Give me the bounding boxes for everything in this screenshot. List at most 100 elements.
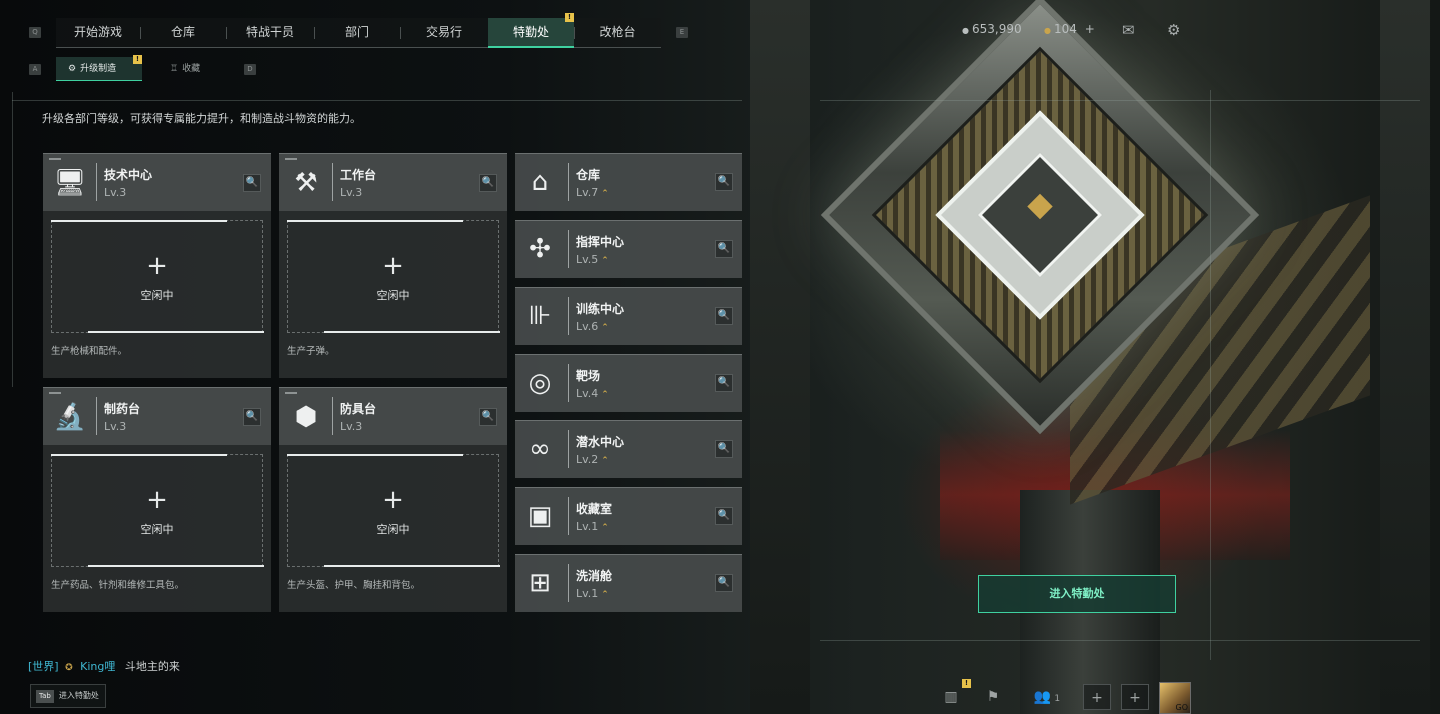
facility-name: 仓库 — [576, 168, 601, 182]
invite-slot-add-icon[interactable]: + — [1083, 684, 1111, 710]
tab-gunsmith[interactable]: 改枪台 — [574, 18, 661, 48]
search-icon[interactable]: 🔍 — [715, 240, 733, 258]
gear-swap-icon: ⚙ — [68, 64, 77, 74]
facility-card-shooting-range[interactable]: ◎ 靶场 Lv.4 ⌃ 🔍 — [515, 354, 742, 412]
search-icon[interactable]: 🔍 — [479, 408, 497, 426]
production-slot[interactable]: + 空闲中 — [51, 454, 264, 567]
facility-card-command-center[interactable]: ✣ 指挥中心 Lv.5 ⌃ 🔍 — [515, 220, 742, 278]
subnav-prev-key-hint[interactable]: A — [29, 64, 41, 75]
facility-card-diving-center[interactable]: ∞ 潜水中心 Lv.2 ⌃ 🔍 — [515, 420, 742, 478]
subnav-next-key-hint[interactable]: D — [244, 64, 256, 75]
facility-card-warehouse[interactable]: ⌂ 仓库 Lv.7 ⌃ 🔍 — [515, 153, 742, 211]
production-slot[interactable]: + 空闲中 — [287, 454, 500, 567]
stats-chart-icon[interactable]: ▥ — [940, 684, 962, 710]
workshop-level: Lv.3 — [340, 186, 363, 199]
workshop-name: 工作台 — [340, 168, 377, 182]
chat-username[interactable]: King哩 — [80, 660, 115, 673]
workshop-card-pharmacy: 🔬 制药台 Lv.3 🔍 + 空闲中 生产药品、针剂和维修工具包。 — [43, 387, 271, 612]
special-ops-alert-badge: ! — [565, 13, 574, 22]
subtab-label: 升级制造 — [80, 64, 117, 74]
plus-icon: + — [382, 251, 404, 281]
plus-icon: + — [146, 485, 168, 515]
background-pillar — [750, 0, 810, 714]
microscope-icon: 🔬 — [53, 402, 87, 432]
enter-special-ops-button[interactable]: 进入特勤处 — [978, 575, 1176, 613]
tab-operators[interactable]: 特战干员 — [226, 18, 314, 48]
workshop-description: 生产枪械和配件。 — [51, 346, 128, 357]
tab-trading[interactable]: 交易行 — [400, 18, 488, 48]
warehouse-icon: ⌂ — [531, 167, 549, 197]
settings-gear-icon[interactable]: ⚙ — [1167, 21, 1180, 39]
token-add[interactable]: + — [1085, 22, 1095, 36]
workshop-header[interactable]: ⬢ 防具台 Lv.3 🔍 — [279, 387, 507, 445]
facility-level: Lv.6 — [576, 320, 599, 333]
hud-line — [1210, 90, 1211, 660]
production-slot[interactable]: + 空闲中 — [287, 220, 500, 333]
facility-name: 潜水中心 — [576, 435, 625, 449]
facility-level: Lv.5 — [576, 253, 599, 266]
invite-slot-add-icon[interactable]: + — [1121, 684, 1149, 710]
workshop-header[interactable]: 🔬 制药台 Lv.3 🔍 — [43, 387, 271, 445]
search-icon[interactable]: 🔍 — [479, 174, 497, 192]
workshop-header[interactable]: ⚒ 工作台 Lv.3 🔍 — [279, 153, 507, 211]
tab-hint-label: 进入特勤处 — [58, 691, 99, 700]
search-icon[interactable]: 🔍 — [715, 507, 733, 525]
monitor-icon: 🖥 — [53, 168, 87, 198]
chat-line[interactable]: [世界] ✪ King哩 斗地主的来 — [28, 658, 180, 674]
tab-start-game[interactable]: 开始游戏 — [56, 18, 140, 48]
chat-rank-icon: ✪ — [65, 663, 73, 673]
subtab-collection[interactable]: ♖ 收藏 — [158, 57, 212, 81]
target-icon: ◎ — [528, 368, 552, 398]
facility-name: 洗消舱 — [576, 569, 613, 583]
tab-special-ops[interactable]: 特勤处 — [488, 18, 574, 48]
dumbbell-icon: ⊪ — [528, 301, 552, 331]
search-icon[interactable]: 🔍 — [715, 307, 733, 325]
tools-icon: ⚒ — [294, 168, 318, 198]
slot-status: 空闲中 — [376, 289, 410, 302]
upgrade-arrow-icon: ⌃ — [601, 590, 609, 600]
subtab-upgrade-craft[interactable]: ⚙ 升级制造 — [56, 57, 142, 81]
workshop-level: Lv.3 — [340, 420, 363, 433]
workshop-description: 生产头盔、护甲、胸挂和背包。 — [287, 580, 421, 591]
upgrade-arrow-icon: ⌃ — [601, 189, 609, 199]
facility-name: 收藏室 — [576, 502, 613, 516]
mail-icon[interactable]: ✉ — [1122, 21, 1135, 39]
workshop-name: 防具台 — [340, 402, 377, 416]
facility-name: 训练中心 — [576, 302, 625, 316]
upgrade-arrow-icon: ⌃ — [601, 456, 609, 466]
token-balance[interactable]: ● 104 + — [1044, 22, 1095, 36]
facility-card-collection-room[interactable]: ▣ 收藏室 Lv.1 ⌃ 🔍 — [515, 487, 742, 545]
workshop-header[interactable]: 🖥 技术中心 Lv.3 🔍 — [43, 153, 271, 211]
nav-next-key-hint[interactable]: E — [676, 27, 688, 38]
avatar[interactable]: GO — [1159, 682, 1191, 714]
friends-button[interactable]: 👥 1 — [1030, 684, 1064, 710]
search-icon[interactable]: 🔍 — [243, 174, 261, 192]
facility-name: 指挥中心 — [576, 235, 625, 249]
upgrade-arrow-icon: ⌃ — [601, 256, 609, 266]
facility-card-training-center[interactable]: ⊪ 训练中心 Lv.6 ⌃ 🔍 — [515, 287, 742, 345]
workshop-description: 生产药品、针剂和维修工具包。 — [51, 580, 185, 591]
facility-level: Lv.1 — [576, 520, 599, 533]
coin-icon: ● — [962, 26, 969, 35]
slot-status: 空闲中 — [376, 523, 410, 536]
facility-level: Lv.2 — [576, 453, 599, 466]
tab-departments[interactable]: 部门 — [314, 18, 400, 48]
search-icon[interactable]: 🔍 — [715, 574, 733, 592]
production-slot[interactable]: + 空闲中 — [51, 220, 264, 333]
chat-channel: [世界] — [28, 660, 59, 673]
collection-icon: ▣ — [527, 501, 553, 531]
token-icon: ● — [1044, 26, 1051, 35]
search-icon[interactable]: 🔍 — [715, 440, 733, 458]
search-icon[interactable]: 🔍 — [715, 374, 733, 392]
facility-card-decon-pod[interactable]: ⊞ 洗消舱 Lv.1 ⌃ 🔍 — [515, 554, 742, 612]
workshop-description: 生产子弹。 — [287, 346, 335, 357]
workshop-card-workbench: ⚒ 工作台 Lv.3 🔍 + 空闲中 生产子弹。 — [279, 153, 507, 378]
search-icon[interactable]: 🔍 — [715, 173, 733, 191]
stats-alert-badge: ! — [962, 679, 971, 688]
nav-prev-key-hint[interactable]: Q — [29, 27, 41, 38]
token-amount: 104 — [1053, 22, 1077, 36]
search-icon[interactable]: 🔍 — [243, 408, 261, 426]
tab-warehouse[interactable]: 仓库 — [140, 18, 226, 48]
flag-icon[interactable]: ⚑ — [982, 684, 1004, 710]
tab-hint[interactable]: Tab 进入特勤处 — [30, 684, 106, 708]
